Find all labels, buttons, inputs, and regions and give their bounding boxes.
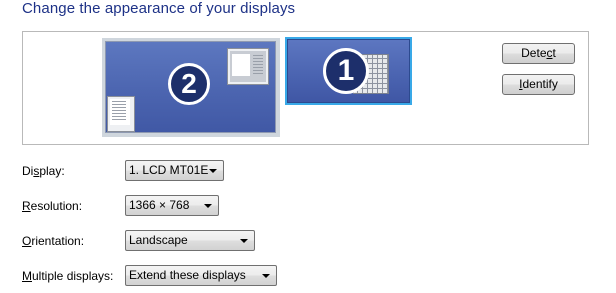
orientation-label-accel: O <box>22 234 32 248</box>
monitor-2[interactable]: 2 <box>102 38 280 137</box>
monitor-1-number: 1 <box>323 48 369 94</box>
detect-button[interactable]: Detect <box>502 43 575 64</box>
display-select[interactable]: 1. LCD MT01E <box>125 160 224 181</box>
resolution-label-accel: R <box>22 199 31 213</box>
resolution-select[interactable]: 1366 × 768 <box>125 195 219 216</box>
resolution-label-rest: esolution: <box>30 199 83 213</box>
multiple-displays-select[interactable]: Extend these displays <box>125 265 277 286</box>
chevron-down-icon <box>209 169 217 173</box>
display-arrangement-area[interactable]: 2 1 Detect Identify <box>22 31 589 145</box>
detect-label-rest: t <box>552 46 556 60</box>
resolution-select-value: 1366 × 768 <box>129 198 190 212</box>
orientation-label: Orientation: <box>22 234 84 248</box>
chevron-down-icon <box>240 239 248 243</box>
resolution-label: Resolution: <box>22 199 82 213</box>
display-label: Display: <box>22 164 65 178</box>
identify-button[interactable]: Identify <box>502 74 575 95</box>
window-thumbnail-icon <box>107 96 135 132</box>
orientation-select[interactable]: Landscape <box>125 230 255 251</box>
display-label-text: Di <box>22 164 34 178</box>
orientation-select-value: Landscape <box>129 233 188 247</box>
identify-label-rest: dentify <box>522 77 558 91</box>
page-title: Change the appearance of your displays <box>22 0 296 17</box>
multiple-displays-label-rest: ultiple displays: <box>32 269 114 283</box>
display-select-value: 1. LCD MT01E <box>129 163 209 177</box>
monitor-1[interactable]: 1 <box>285 37 412 105</box>
window-thumbnail-icon <box>227 48 269 85</box>
display-label-rest: play: <box>39 164 65 178</box>
chevron-down-icon <box>262 274 270 278</box>
detect-label: Dete <box>521 46 547 60</box>
multiple-displays-label-accel: M <box>22 269 32 283</box>
orientation-label-rest: rientation: <box>31 234 85 248</box>
multiple-displays-select-value: Extend these displays <box>129 268 246 282</box>
multiple-displays-label: Multiple displays: <box>22 269 113 283</box>
monitor-2-number: 2 <box>168 63 210 105</box>
chevron-down-icon <box>204 204 212 208</box>
